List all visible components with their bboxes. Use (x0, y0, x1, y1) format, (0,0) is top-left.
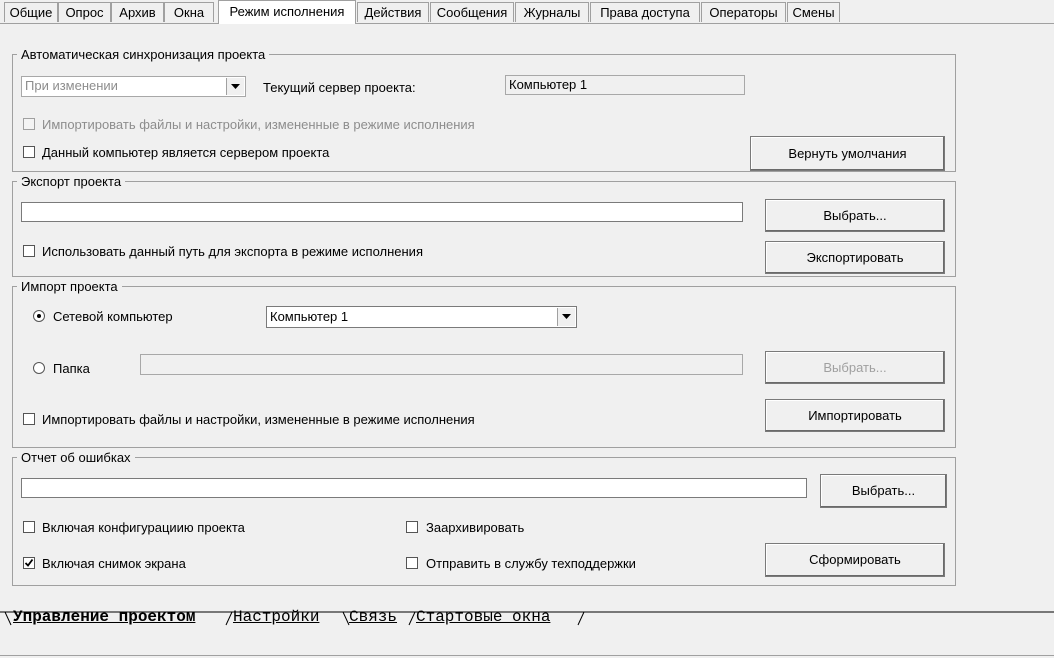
current-server-field: Компьютер 1 (505, 75, 745, 95)
network-computer-value: Компьютер 1 (270, 309, 349, 324)
import-changed-checkbox-sync[interactable] (23, 118, 35, 130)
include-config-label: Включая конфигурациию проекта (42, 520, 245, 535)
error-report-path-input[interactable] (21, 478, 807, 498)
tab-messages[interactable]: Сообщения (430, 2, 514, 22)
error-report-title: Отчет об ошибках (17, 450, 135, 466)
top-tab-strip: Общие Опрос Архив Окна Режим исполнения … (0, 0, 1054, 24)
tab-shifts[interactable]: Смены (787, 2, 840, 22)
use-export-path-label: Использовать данный путь для экспорта в … (42, 244, 423, 259)
include-screenshot-label: Включая снимок экрана (42, 556, 186, 571)
sync-mode-select[interactable]: При изменении (21, 76, 246, 97)
bottom-tab-settings[interactable]: Настройки (233, 606, 319, 628)
tab-journals[interactable]: Журналы (515, 2, 589, 22)
import-changed-label: Импортировать файлы и настройки, изменен… (42, 412, 475, 427)
current-server-value: Компьютер 1 (509, 77, 588, 92)
generate-report-button[interactable]: Сформировать (765, 543, 945, 577)
tab-polling[interactable]: Опрос (58, 2, 111, 22)
tab-windows[interactable]: Окна (164, 2, 214, 22)
error-report-choose-button[interactable]: Выбрать... (820, 474, 947, 508)
sync-mode-value: При изменении (25, 78, 118, 93)
checkmark-icon (24, 558, 34, 567)
tab-operators[interactable]: Операторы (701, 2, 786, 22)
network-computer-select[interactable]: Компьютер 1 (266, 306, 577, 328)
network-computer-radio[interactable] (33, 310, 45, 322)
current-server-label: Текущий сервер проекта: (263, 80, 416, 95)
import-button[interactable]: Импортировать (765, 399, 945, 432)
archive-checkbox[interactable] (406, 521, 418, 533)
is-server-checkbox[interactable] (23, 146, 35, 158)
radio-selected-dot (37, 314, 41, 318)
bottom-border (0, 655, 1054, 656)
folder-path-input[interactable] (140, 354, 743, 375)
import-changed-label-sync: Импортировать файлы и настройки, изменен… (42, 117, 475, 132)
chevron-down-icon[interactable] (557, 308, 575, 326)
tab-strip-divider (0, 23, 1054, 24)
export-title: Экспорт проекта (17, 174, 126, 190)
tab-actions[interactable]: Действия (357, 2, 429, 22)
bottom-tab-project-management[interactable]: Управление проектом (13, 606, 195, 628)
folder-radio[interactable] (33, 362, 45, 374)
archive-label: Заархивировать (426, 520, 525, 535)
restore-defaults-button[interactable]: Вернуть умолчания (750, 136, 945, 171)
export-path-input[interactable] (21, 202, 743, 222)
tab-runtime-mode[interactable]: Режим исполнения (218, 0, 356, 24)
bottom-tab-start-windows[interactable]: Стартовые окна (416, 606, 550, 628)
send-support-label: Отправить в службу техподдержки (426, 556, 636, 571)
chevron-down-icon[interactable] (226, 78, 244, 95)
import-folder-choose-button[interactable]: Выбрать... (765, 351, 945, 384)
bottom-tab-strip: Управление проектом Настройки Связь Стар… (0, 606, 1054, 630)
export-choose-button[interactable]: Выбрать... (765, 199, 945, 232)
bottom-tab-connection[interactable]: Связь (349, 606, 397, 628)
tab-access-rights[interactable]: Права доступа (590, 2, 700, 22)
export-button[interactable]: Экспортировать (765, 241, 945, 274)
include-config-checkbox[interactable] (23, 521, 35, 533)
send-support-checkbox[interactable] (406, 557, 418, 569)
tab-general[interactable]: Общие (4, 2, 58, 22)
tab-archive[interactable]: Архив (111, 2, 164, 22)
import-title: Импорт проекта (17, 279, 122, 295)
import-changed-checkbox[interactable] (23, 413, 35, 425)
auto-sync-title: Автоматическая синхронизация проекта (17, 47, 270, 63)
is-server-label: Данный компьютер является сервером проек… (42, 145, 330, 160)
folder-label: Папка (53, 361, 90, 376)
network-computer-label: Сетевой компьютер (53, 309, 173, 324)
include-screenshot-checkbox[interactable] (23, 557, 35, 569)
use-export-path-checkbox[interactable] (23, 245, 35, 257)
